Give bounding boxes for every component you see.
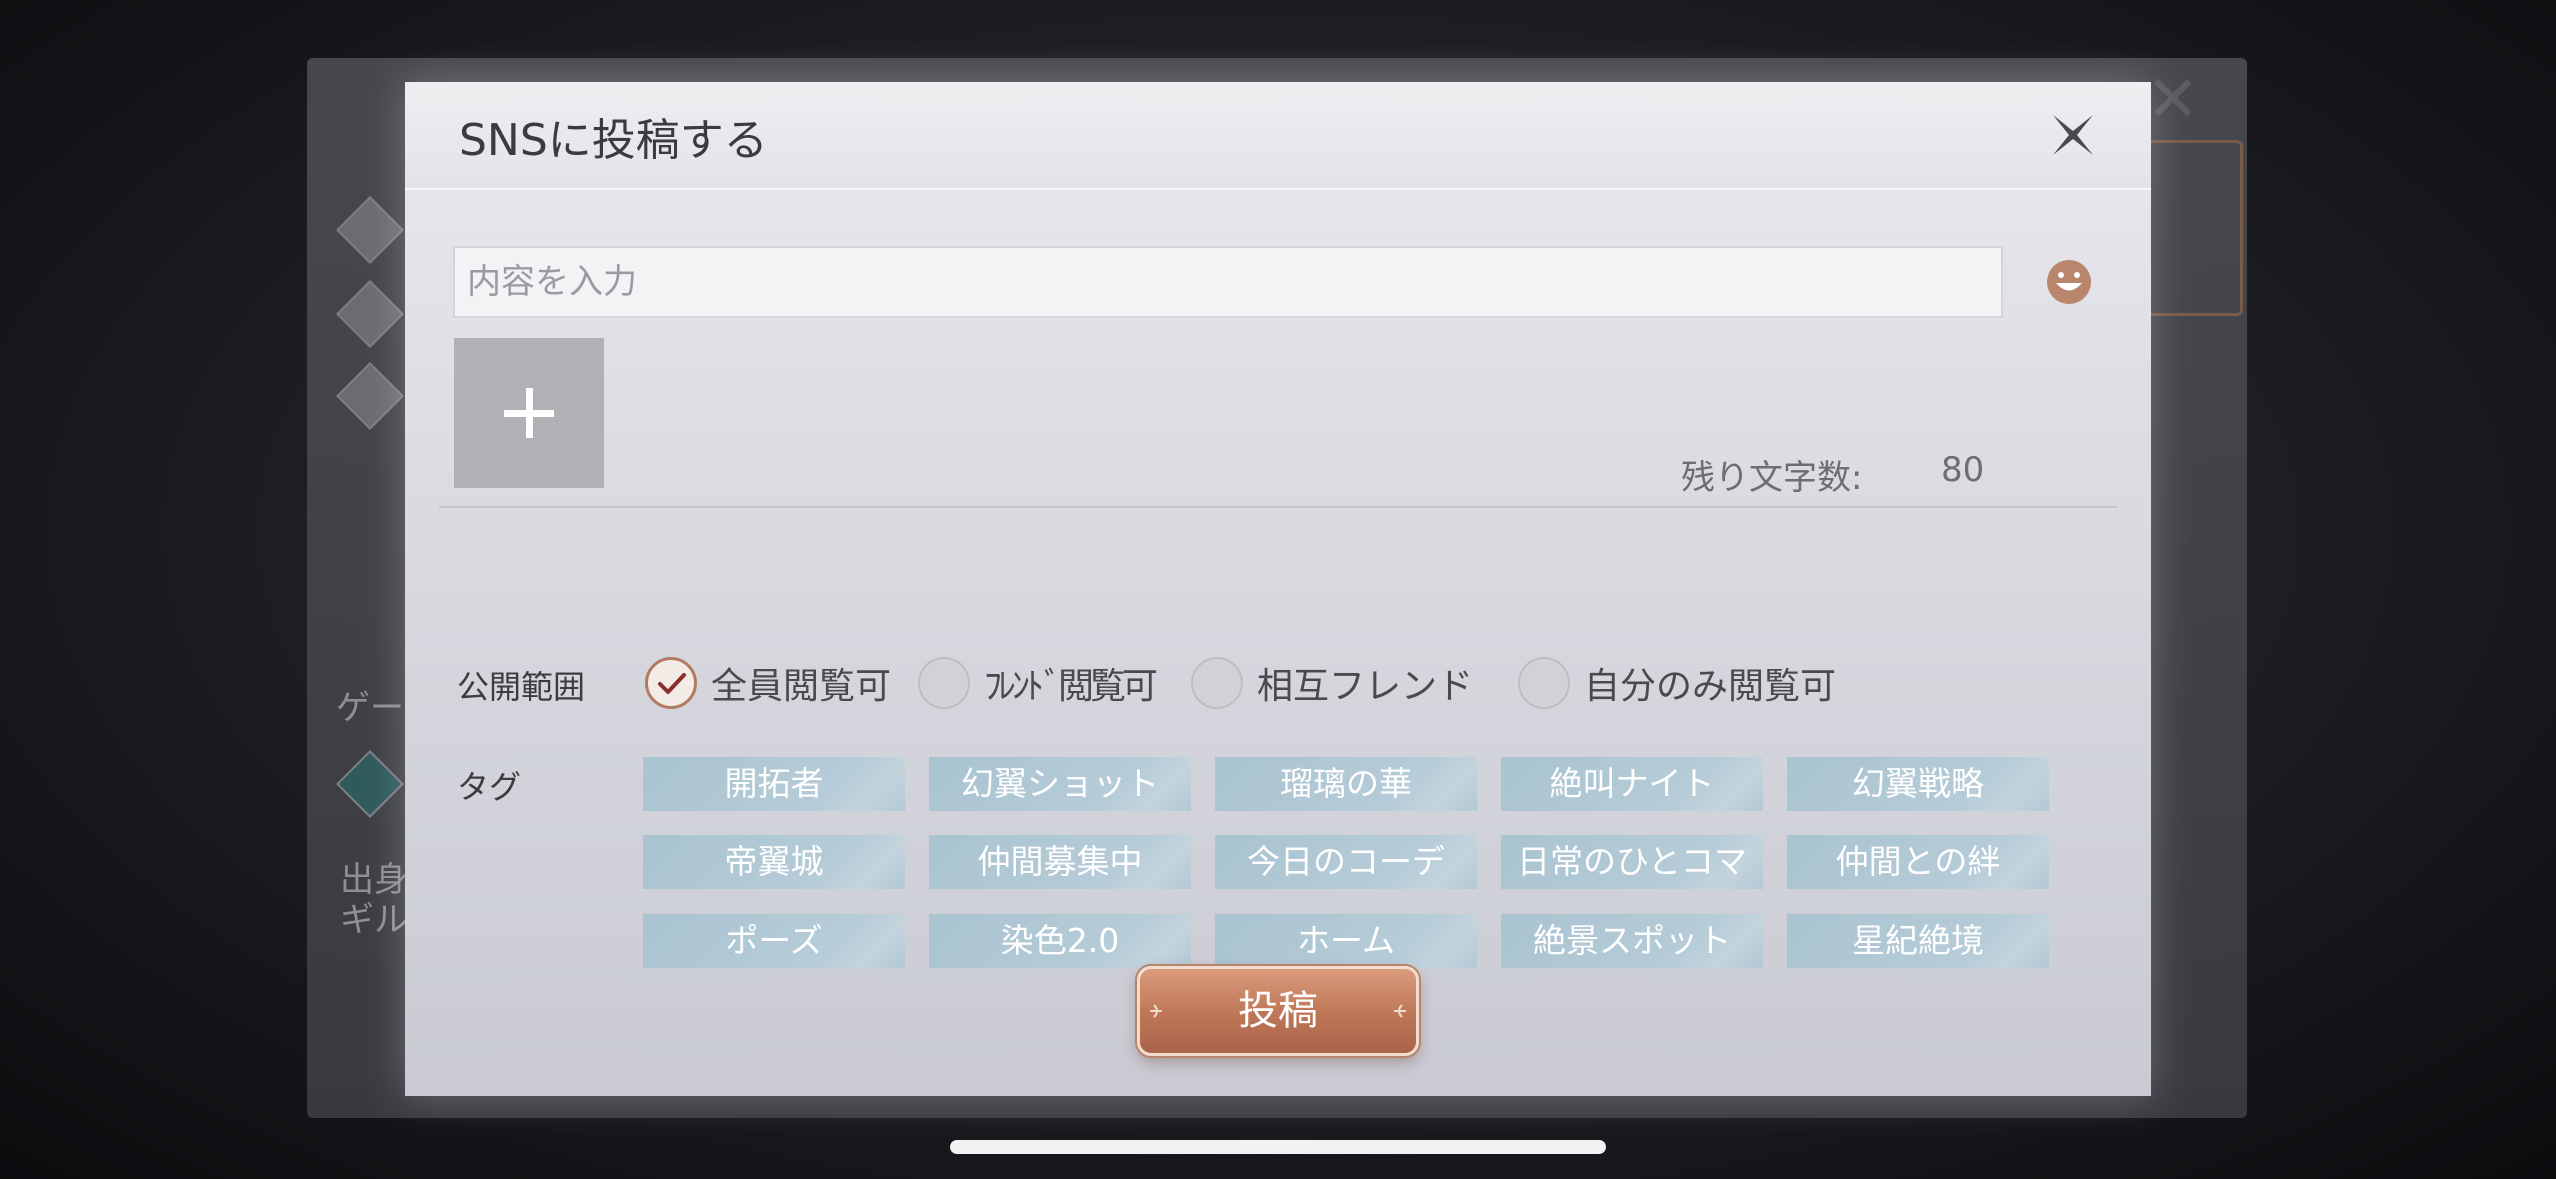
content-input[interactable]	[453, 246, 2003, 318]
submit-post-button[interactable]: 投稿	[1137, 966, 1419, 1056]
background-close-icon: ✕	[2146, 63, 2200, 137]
char-count-label: 残り文字数:	[1681, 458, 1863, 498]
visibility-option-label: ﾌﾚﾝﾄﾞ閲覧可	[984, 666, 1158, 707]
tag-chip[interactable]: 仲間募集中	[929, 835, 1191, 889]
tag-label: タグ	[457, 768, 522, 806]
visibility-option-label: 相互フレンド	[1257, 666, 1474, 707]
tag-chip[interactable]: 日常のひとコマ	[1501, 835, 1763, 889]
checkmark-icon	[658, 673, 686, 694]
tag-chip[interactable]: ポーズ	[643, 914, 905, 968]
tag-chip[interactable]: 幻翼ショット	[929, 757, 1191, 811]
background-text: ゲー	[336, 688, 404, 728]
add-image-button[interactable]	[454, 338, 604, 488]
tag-chip[interactable]: 仲間との絆	[1787, 835, 2049, 889]
smiley-face-icon	[2047, 260, 2091, 304]
close-icon	[2053, 115, 2093, 155]
divider	[439, 506, 2117, 508]
visibility-option-everyone[interactable]: 全員閲覧可	[645, 654, 891, 712]
visibility-option-self[interactable]: 自分のみ閲覧可	[1518, 654, 1836, 712]
char-count-value: 80	[1941, 450, 1985, 490]
visibility-option-mutual[interactable]: 相互フレンド	[1191, 654, 1473, 712]
tag-chip[interactable]: 染色2.0	[929, 914, 1191, 968]
ornament-left-icon	[1150, 1004, 1162, 1018]
tag-chip[interactable]: 幻翼戦略	[1787, 757, 2049, 811]
ornament-right-icon	[1394, 1004, 1406, 1018]
plus-icon	[526, 388, 533, 438]
visibility-option-label: 全員閲覧可	[711, 666, 892, 707]
tag-chip[interactable]: 星紀絶境	[1787, 914, 2049, 968]
radio-unchecked	[1518, 657, 1570, 709]
visibility-label: 公開範囲	[457, 668, 586, 706]
tag-chip[interactable]: 絶叫ナイト	[1501, 757, 1763, 811]
radio-checked	[645, 657, 697, 709]
tag-chip[interactable]: 瑠璃の華	[1215, 757, 1477, 811]
tag-chip[interactable]: 今日のコーデ	[1215, 835, 1477, 889]
tag-chip[interactable]: ホーム	[1215, 914, 1477, 968]
visibility-option-friends[interactable]: ﾌﾚﾝﾄﾞ閲覧可	[918, 654, 1158, 712]
emoji-button[interactable]	[2045, 258, 2093, 306]
home-indicator[interactable]	[950, 1140, 1606, 1154]
tag-chip[interactable]: 帝翼城	[643, 835, 905, 889]
submit-label: 投稿	[1238, 988, 1318, 1034]
background-side-card	[2150, 140, 2243, 316]
dialog-title: SNSに投稿する	[459, 115, 768, 166]
tag-chip[interactable]: 開拓者	[643, 757, 905, 811]
background-text: ギル	[340, 900, 408, 940]
visibility-option-label: 自分のみ閲覧可	[1584, 666, 1837, 707]
radio-unchecked	[1191, 657, 1243, 709]
tag-chip[interactable]: 絶景スポット	[1501, 914, 1763, 968]
close-button[interactable]	[2045, 107, 2101, 163]
dialog-header: SNSに投稿する	[405, 82, 2151, 190]
radio-unchecked	[918, 657, 970, 709]
sns-post-dialog: SNSに投稿する 残り文字数: 80 公開範囲 全員閲覧可	[405, 82, 2151, 1096]
